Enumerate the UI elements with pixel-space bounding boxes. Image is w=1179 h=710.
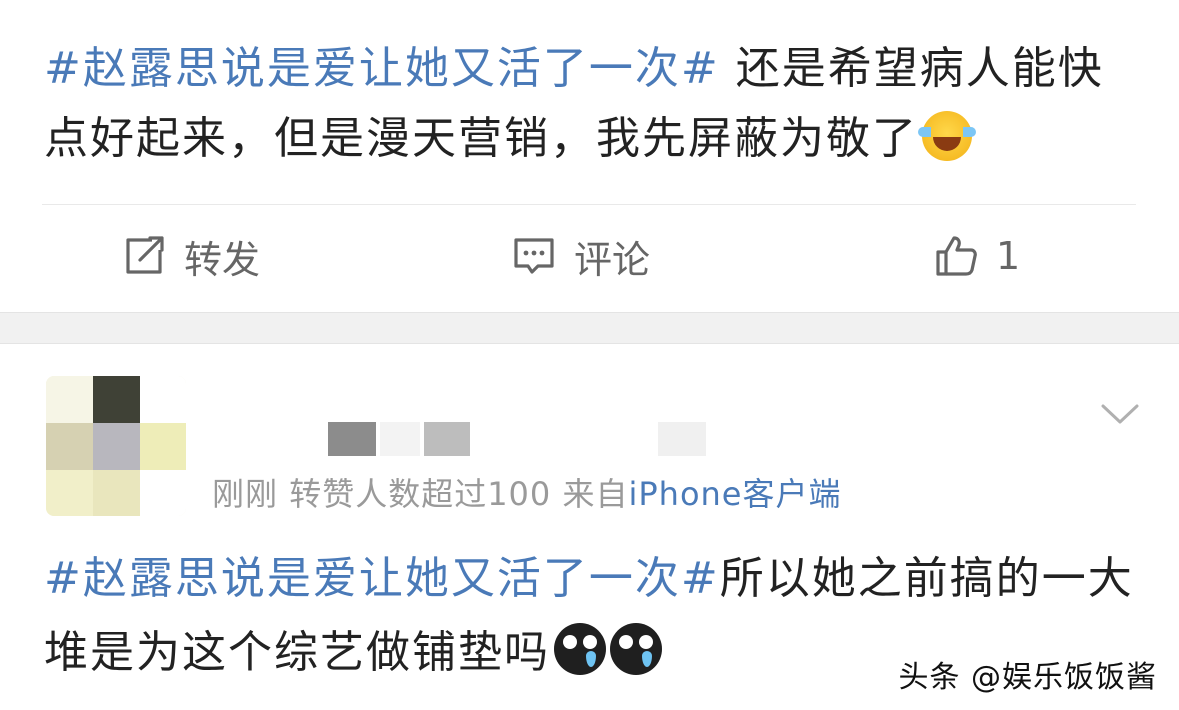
comment-label: 评论 bbox=[574, 237, 651, 282]
avatar-pixel bbox=[93, 376, 140, 423]
feed-separator bbox=[0, 312, 1179, 344]
laughing-tears-emoji-icon bbox=[918, 111, 976, 161]
post-2-timestamp: 刚刚 bbox=[212, 475, 279, 513]
crying-emoji-icon bbox=[554, 623, 606, 675]
username-blur bbox=[328, 422, 376, 456]
avatar-pixel bbox=[46, 376, 93, 423]
chevron-down-icon[interactable] bbox=[1100, 400, 1140, 430]
watermark: 头条 @娱乐饭饭酱 bbox=[898, 660, 1157, 695]
repost-icon bbox=[126, 236, 164, 274]
post-2-hashtag-link[interactable]: #赵露思说是爱让她又活了一次# bbox=[44, 553, 720, 604]
repost-label: 转发 bbox=[184, 237, 261, 282]
username-blur bbox=[424, 422, 470, 456]
crying-emoji-icon bbox=[610, 623, 662, 675]
username-blur bbox=[658, 422, 706, 456]
post-1: #赵露思说是爱让她又活了一次# 还是希望病人能快点好起来，但是漫天营销，我先屏蔽… bbox=[0, 0, 1179, 312]
comment-button[interactable]: 评论 bbox=[512, 226, 650, 286]
weibo-feed: #赵露思说是爱让她又活了一次# 还是希望病人能快点好起来，但是漫天营销，我先屏蔽… bbox=[0, 0, 1179, 710]
like-button[interactable]: 1 bbox=[934, 226, 1020, 286]
thumbs-up-icon bbox=[936, 236, 977, 276]
avatar-pixel bbox=[140, 423, 186, 470]
avatar-pixel bbox=[140, 470, 186, 516]
post-1-hashtag-link[interactable]: #赵露思说是爱让她又活了一次# bbox=[44, 43, 720, 94]
avatar-pixel bbox=[140, 376, 186, 423]
comment-icon bbox=[514, 238, 554, 274]
post-2-meta: 刚刚 转赞人数超过100 来自iPhone客户端 bbox=[212, 472, 842, 516]
avatar[interactable] bbox=[46, 376, 186, 516]
post-2-source-prefix: 来自 bbox=[562, 475, 629, 513]
like-count: 1 bbox=[996, 234, 1021, 278]
avatar-pixel bbox=[93, 423, 140, 470]
post-2-source-link[interactable]: iPhone客户端 bbox=[628, 475, 841, 513]
username-blur bbox=[380, 422, 420, 456]
post-1-body: #赵露思说是爱让她又活了一次# 还是希望病人能快点好起来，但是漫天营销，我先屏蔽… bbox=[44, 34, 1139, 174]
avatar-pixel bbox=[46, 423, 93, 470]
repost-button[interactable]: 转发 bbox=[122, 226, 260, 286]
post-1-divider bbox=[42, 204, 1136, 205]
post-2-like-summary: 转赞人数超过100 bbox=[289, 475, 552, 513]
avatar-pixel bbox=[46, 470, 93, 516]
avatar-pixel bbox=[93, 470, 140, 516]
